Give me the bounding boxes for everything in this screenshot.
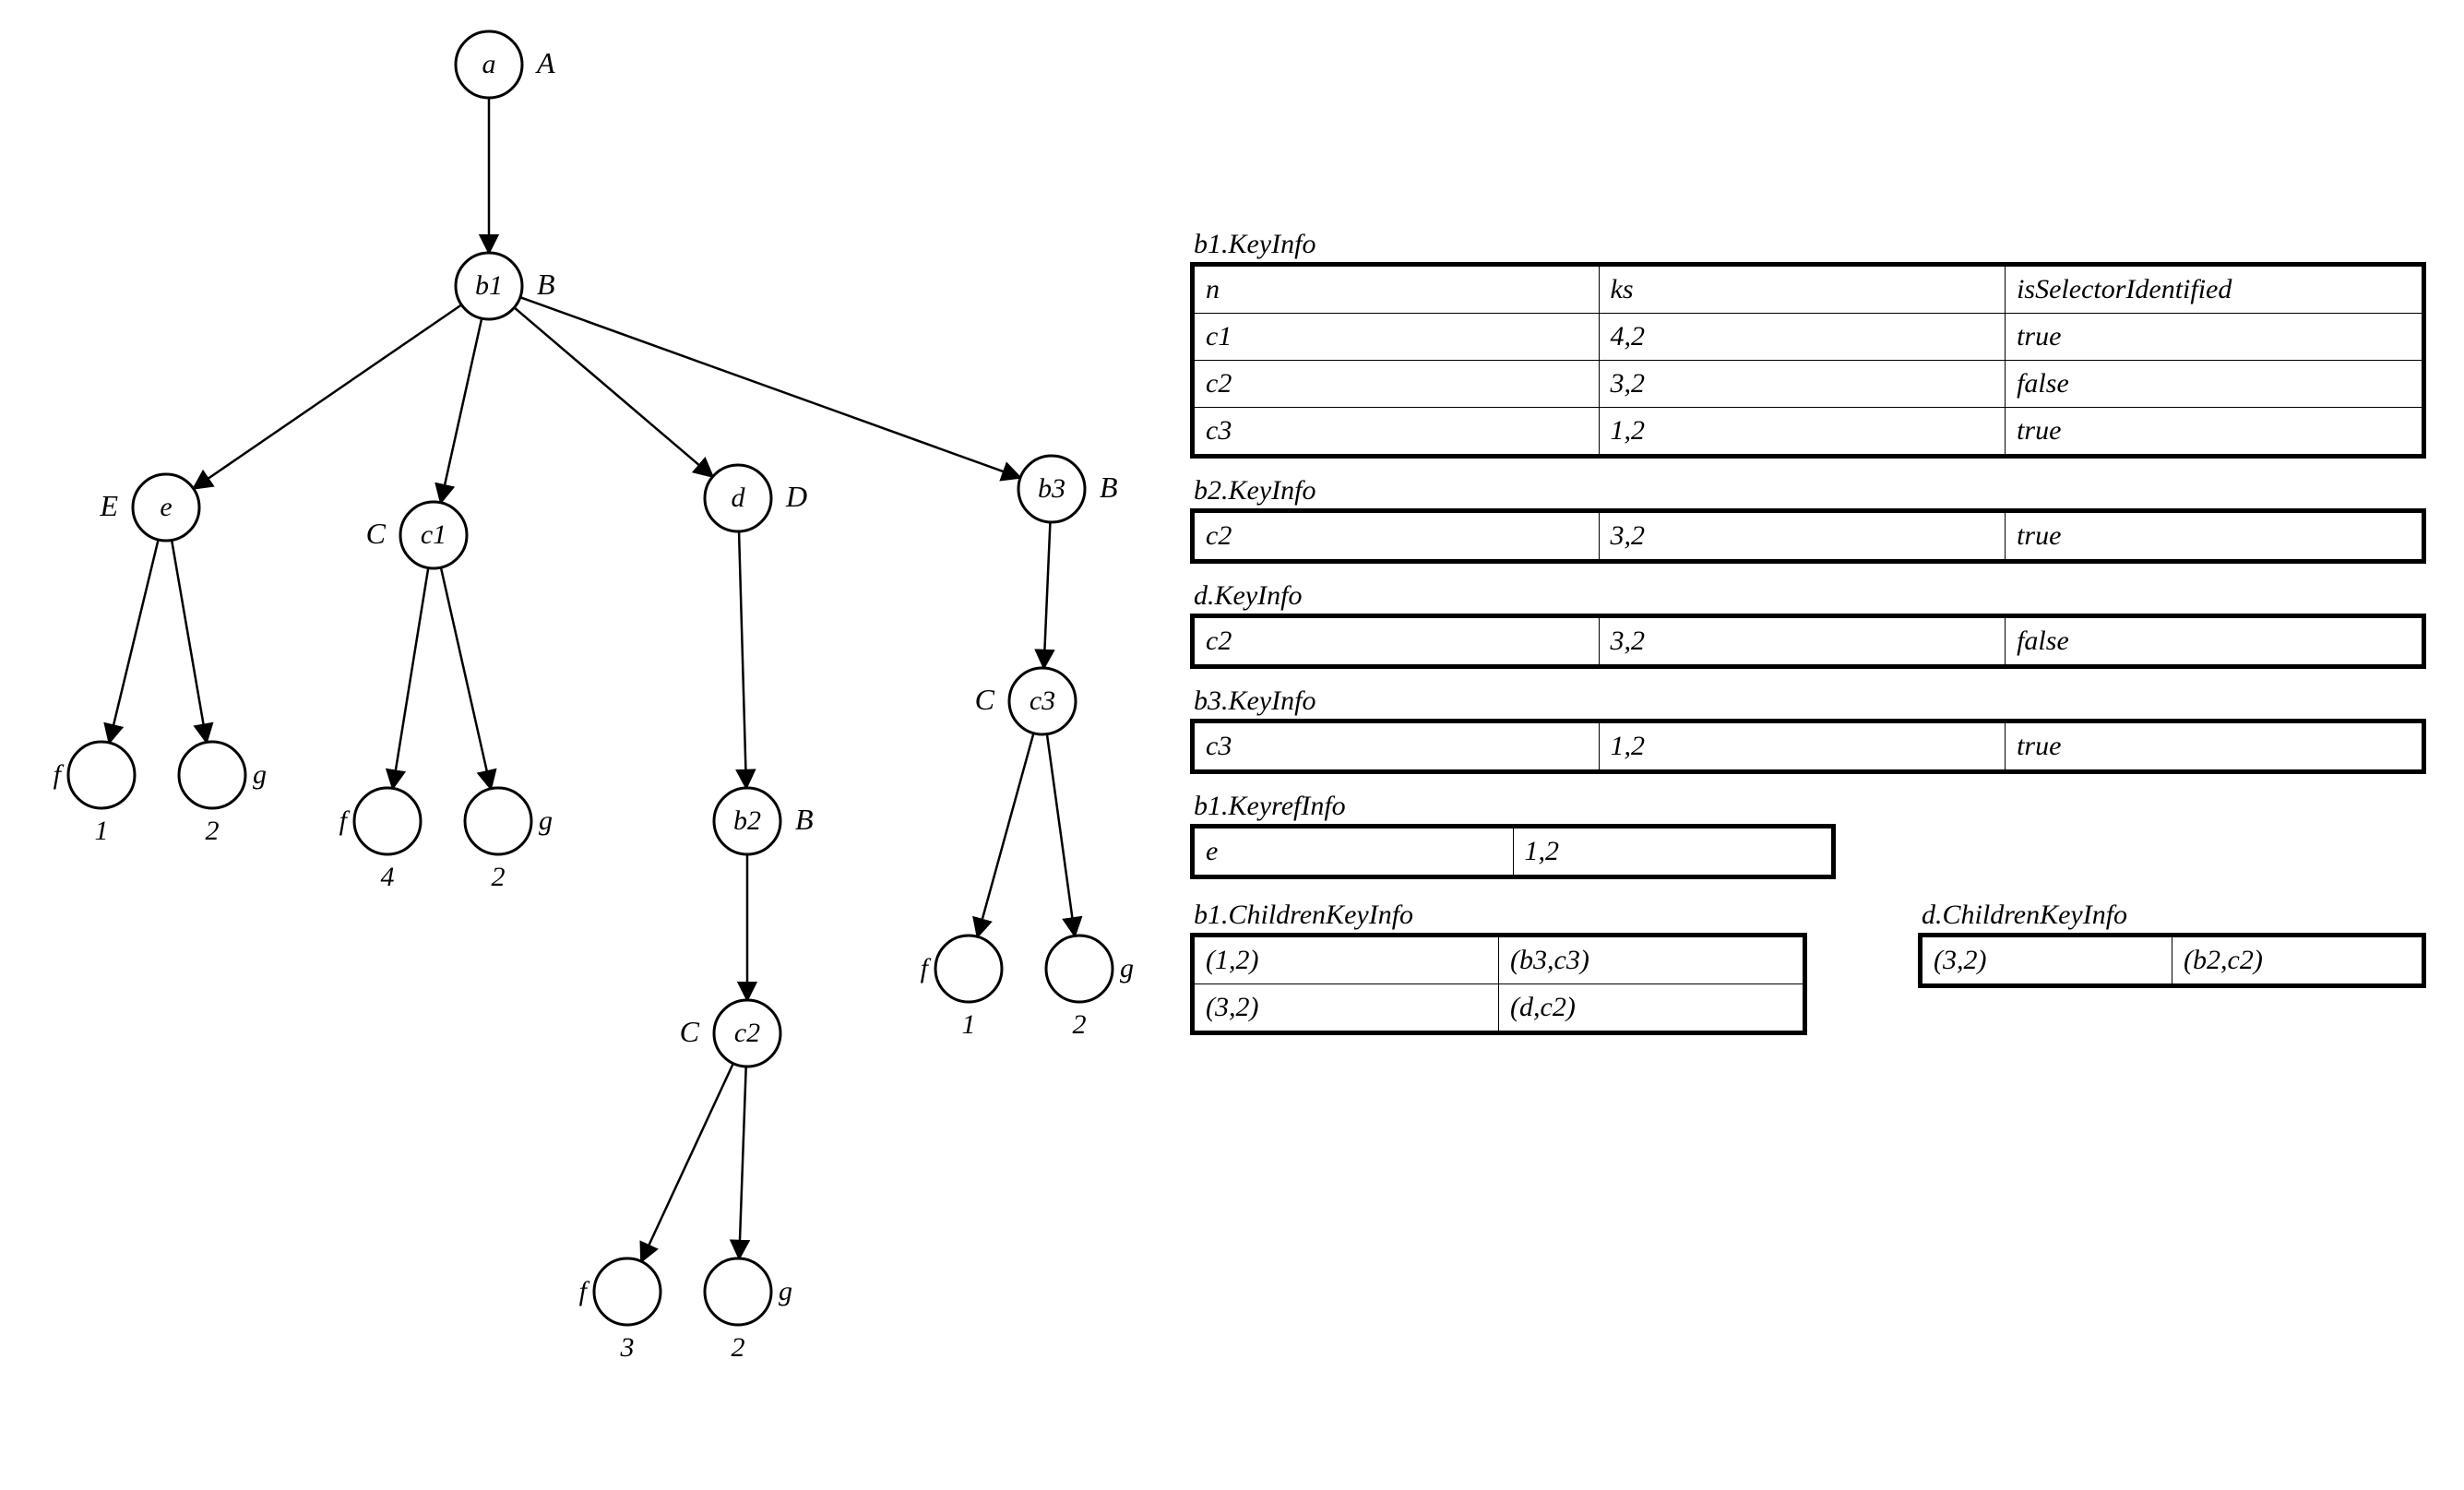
leaf-name-label: f	[339, 805, 351, 836]
leaf-value-label: 3	[620, 1332, 635, 1363]
tree-edge	[978, 733, 1034, 937]
tree-node-c3f	[935, 936, 1002, 1002]
leaf-value-label: 1	[95, 816, 109, 846]
tree-node-label: d	[732, 483, 746, 513]
d-keyinfo-title: d.KeyInfo	[1194, 580, 2426, 612]
b3-keyinfo-table: c31,2true	[1190, 719, 2426, 774]
table-row: c23,2false	[1193, 616, 2424, 667]
tree-node-label: c2	[734, 1018, 760, 1048]
tree-edge	[520, 297, 1020, 478]
d-childrenkeyinfo-title: d.ChildrenKeyInfo	[1922, 900, 2426, 931]
table-row: c23,2true	[1193, 511, 2424, 562]
leaf-value-label: 2	[1073, 1009, 1087, 1040]
header-n: n	[1193, 265, 1600, 314]
tree-node-c1f	[354, 788, 421, 854]
table-row: (3,2)(d,c2)	[1193, 984, 1805, 1033]
tree-node-label: a	[482, 49, 496, 79]
leaf-name-label: g	[779, 1276, 792, 1306]
tree-node-type: B	[795, 803, 814, 836]
leaf-value-label: 4	[381, 862, 395, 892]
tree-node-type: C	[975, 683, 995, 716]
tree-edge	[739, 1067, 745, 1258]
table-row: (3,2)(b2,c2)	[1921, 936, 2424, 986]
tree-node-c3g	[1046, 936, 1113, 1002]
header-isSel: isSelectorIdentified	[2006, 265, 2424, 314]
tree-node-label: b3	[1038, 473, 1065, 504]
tree-node-type: C	[680, 1015, 700, 1048]
tree-node-type: D	[785, 480, 807, 513]
tree-edge	[739, 531, 746, 788]
tree-node-ef	[68, 742, 135, 808]
tree-node-type: C	[366, 517, 387, 550]
b3-keyinfo-title: b3.KeyInfo	[1194, 685, 2426, 717]
tree-node-type: B	[537, 268, 555, 301]
leaf-name-label: g	[253, 759, 267, 790]
b2-keyinfo-title: b2.KeyInfo	[1194, 475, 2426, 507]
tree-node-type: B	[1100, 471, 1118, 504]
leaf-name-label: g	[1120, 953, 1134, 983]
leaf-value-label: 2	[206, 816, 220, 846]
table-row: n ks isSelectorIdentified	[1193, 265, 2424, 314]
tree-edge	[441, 567, 491, 789]
tables-area: b1.KeyInfo n ks isSelectorIdentified c14…	[1190, 212, 2426, 1035]
leaf-name-label: f	[921, 953, 932, 983]
tree-edge	[109, 540, 158, 743]
tree-node-label: c1	[421, 519, 446, 550]
tree-node-c2f	[594, 1258, 661, 1325]
tree-diagram: aAb1BeEc1CdDb3Bf1g2f4g2b2Bc2Cf3g2c3Cf1g2	[0, 0, 1190, 1490]
table-row: e1,2	[1193, 827, 1834, 877]
table-row: (1,2)(b3,c3)	[1193, 936, 1805, 984]
tree-edge	[172, 540, 207, 742]
tree-edge	[194, 304, 462, 488]
tree-node-label: e	[160, 492, 172, 522]
b1-keyinfo-table: n ks isSelectorIdentified c14,2true c23,…	[1190, 262, 2426, 459]
tree-edge	[393, 568, 429, 789]
leaf-value-label: 1	[962, 1009, 976, 1040]
d-keyinfo-table: c23,2false	[1190, 614, 2426, 669]
header-ks: ks	[1599, 265, 2006, 314]
diagram-page: aAb1BeEc1CdDb3Bf1g2f4g2b2Bc2Cf3g2c3Cf1g2…	[0, 0, 2464, 1490]
tree-node-label: b1	[475, 270, 503, 301]
b2-keyinfo-table: c23,2true	[1190, 508, 2426, 564]
tree-edge	[1047, 734, 1075, 936]
tree-node-type: E	[99, 489, 118, 522]
tree-node-label: b2	[733, 805, 761, 836]
tree-node-eg	[179, 742, 245, 808]
b1-keyinfo-title: b1.KeyInfo	[1194, 229, 2426, 260]
b1-keyrefinfo-title: b1.KeyrefInfo	[1194, 791, 2426, 822]
leaf-name-label: f	[54, 759, 65, 790]
tree-node-label: c3	[1030, 685, 1055, 716]
leaf-value-label: 2	[492, 862, 506, 892]
table-row: c23,2false	[1193, 361, 2424, 408]
tree-edge	[441, 318, 482, 503]
leaf-name-label: f	[579, 1276, 590, 1306]
table-row: c31,2true	[1193, 721, 2424, 772]
b1-childrenkeyinfo-table: (1,2)(b3,c3) (3,2)(d,c2)	[1190, 933, 1807, 1035]
leaf-name-label: g	[539, 805, 553, 836]
tree-edge	[514, 307, 712, 476]
tree-node-c2g	[705, 1258, 771, 1325]
d-childrenkeyinfo-table: (3,2)(b2,c2)	[1918, 933, 2426, 988]
tree-node-type: A	[535, 46, 555, 79]
tree-node-c1g	[465, 788, 531, 854]
tree-edge	[641, 1064, 733, 1262]
table-row: c14,2true	[1193, 314, 2424, 361]
b1-childrenkeyinfo-title: b1.ChildrenKeyInfo	[1194, 900, 1807, 931]
b1-keyrefinfo-table: e1,2	[1190, 824, 1836, 879]
table-row: c31,2true	[1193, 408, 2424, 457]
leaf-value-label: 2	[732, 1332, 745, 1363]
tree-edge	[1044, 522, 1051, 668]
